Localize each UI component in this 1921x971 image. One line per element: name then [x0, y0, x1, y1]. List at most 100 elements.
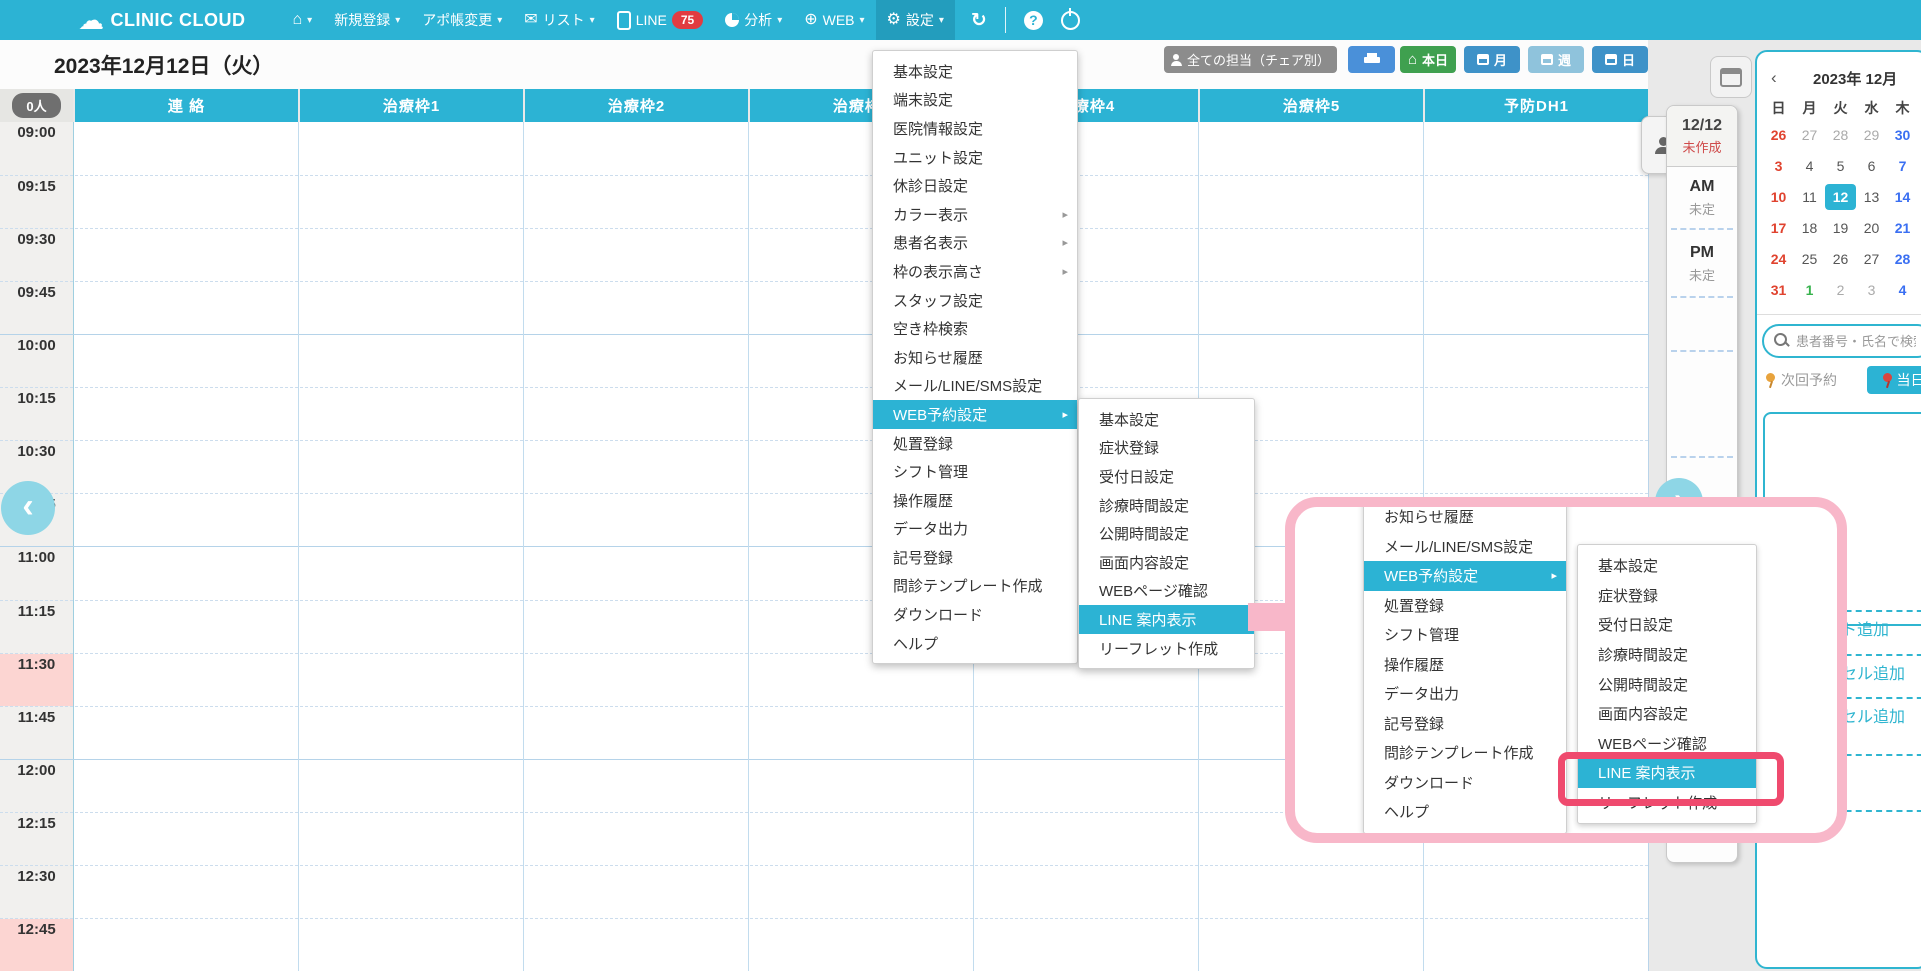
menu-item-画面内容設定[interactable]: 画面内容設定: [1079, 548, 1254, 577]
calendar-day-28[interactable]: 28: [1825, 122, 1856, 148]
slot-row[interactable]: 12:30: [0, 865, 1648, 918]
slot-row[interactable]: 10:30: [0, 440, 1648, 493]
menu-item-受付日設定[interactable]: 受付日設定: [1079, 462, 1254, 491]
calendar-day-21[interactable]: 21: [1887, 215, 1918, 241]
calendar-day-27[interactable]: 27: [1794, 122, 1825, 148]
calendar-day-18[interactable]: 18: [1794, 215, 1825, 241]
menu-item-ヘルプ[interactable]: ヘルプ: [1364, 797, 1566, 827]
mini-calendar-tab[interactable]: [1710, 56, 1752, 98]
print-button[interactable]: [1348, 46, 1395, 73]
menu-item-問診テンプレート作成[interactable]: 問診テンプレート作成: [1364, 738, 1566, 768]
nav-item-新規登録[interactable]: 新規登録▾: [323, 0, 411, 40]
menu-item-ヘルプ[interactable]: ヘルプ: [873, 629, 1077, 658]
nav-item-WEB[interactable]: ⊕WEB▾: [793, 0, 875, 40]
menu-item-シフト管理[interactable]: シフト管理: [873, 457, 1077, 486]
menu-item-画面内容設定[interactable]: 画面内容設定: [1578, 699, 1756, 729]
slot-row[interactable]: 09:00: [0, 122, 1648, 175]
calendar-day-4[interactable]: 4: [1794, 153, 1825, 179]
nav-item-リスト[interactable]: ✉リスト▾: [513, 0, 605, 40]
day-view-button[interactable]: 日: [1592, 46, 1648, 73]
slot-row[interactable]: 12:45: [0, 918, 1648, 971]
menu-item-メール/LINE/SMS設定[interactable]: メール/LINE/SMS設定: [873, 372, 1077, 401]
menu-item-端末設定[interactable]: 端末設定: [873, 86, 1077, 115]
menu-item-枠の表示高さ[interactable]: 枠の表示高さ▸: [873, 257, 1077, 286]
menu-item-処置登録[interactable]: 処置登録: [873, 429, 1077, 458]
menu-item-診療時間設定[interactable]: 診療時間設定: [1578, 640, 1756, 670]
calendar-day-27[interactable]: 27: [1856, 246, 1887, 272]
month-view-button[interactable]: 月: [1464, 46, 1520, 73]
slot-row[interactable]: 09:15: [0, 175, 1648, 228]
calendar-day-2[interactable]: 2: [1825, 277, 1856, 303]
calendar-day-13[interactable]: 13: [1856, 184, 1887, 210]
menu-item-基本設定[interactable]: 基本設定: [873, 57, 1077, 86]
menu-item-メール/LINE/SMS設定[interactable]: メール/LINE/SMS設定: [1364, 532, 1566, 562]
menu-item-シフト管理[interactable]: シフト管理: [1364, 620, 1566, 650]
nav-item-home[interactable]: ⌂▾: [282, 0, 324, 40]
calendar-day-19[interactable]: 19: [1825, 215, 1856, 241]
calendar-day-26[interactable]: 26: [1825, 246, 1856, 272]
menu-item-操作履歴[interactable]: 操作履歴: [873, 486, 1077, 515]
menu-item-ユニット設定[interactable]: ユニット設定: [873, 143, 1077, 172]
menu-item-スタッフ設定[interactable]: スタッフ設定: [873, 286, 1077, 315]
calendar-day-14[interactable]: 14: [1887, 184, 1918, 210]
calendar-day-5[interactable]: 5: [1825, 153, 1856, 179]
calendar-day-31[interactable]: 31: [1763, 277, 1794, 303]
menu-item-症状登録[interactable]: 症状登録: [1079, 434, 1254, 463]
menu-item-操作履歴[interactable]: 操作履歴: [1364, 650, 1566, 680]
calendar-day-10[interactable]: 10: [1763, 184, 1794, 210]
add-slot-button[interactable]: セル追加: [1841, 660, 1905, 684]
calendar-prev-button[interactable]: ‹: [1771, 68, 1777, 88]
menu-item-WEB予約設定[interactable]: WEB予約設定▸: [1364, 561, 1566, 591]
menu-item-受付日設定[interactable]: 受付日設定: [1578, 610, 1756, 640]
today-button[interactable]: ⌂ 本日: [1400, 46, 1456, 73]
menu-item-公開時間設定[interactable]: 公開時間設定: [1079, 519, 1254, 548]
week-view-button[interactable]: 週: [1528, 46, 1584, 73]
nav-item-アポ帳変更[interactable]: アポ帳変更▾: [411, 0, 513, 40]
calendar-day-26[interactable]: 26: [1763, 122, 1794, 148]
menu-item-公開時間設定[interactable]: 公開時間設定: [1578, 669, 1756, 699]
menu-item-WEB予約設定[interactable]: WEB予約設定▸: [873, 400, 1077, 429]
menu-item-データ出力[interactable]: データ出力: [1364, 679, 1566, 709]
calendar-day-3[interactable]: 3: [1856, 277, 1887, 303]
menu-item-データ出力[interactable]: データ出力: [873, 515, 1077, 544]
menu-item-ダウンロード[interactable]: ダウンロード: [1364, 768, 1566, 798]
staff-filter-button[interactable]: 全ての担当（チェア別）: [1164, 46, 1337, 73]
menu-item-お知らせ履歴[interactable]: お知らせ履歴: [873, 343, 1077, 372]
nav-item-LINE[interactable]: LINE75: [606, 0, 714, 40]
calendar-day-20[interactable]: 20: [1856, 215, 1887, 241]
brand-logo[interactable]: ☁ CLINIC CLOUD: [0, 7, 246, 33]
menu-item-症状登録[interactable]: 症状登録: [1578, 581, 1756, 611]
calendar-day-6[interactable]: 6: [1856, 153, 1887, 179]
slot-row[interactable]: 10:00: [0, 334, 1648, 387]
menu-item-WEBページ確認[interactable]: WEBページ確認: [1079, 577, 1254, 606]
calendar-day-29[interactable]: 29: [1856, 122, 1887, 148]
menu-item-ダウンロード[interactable]: ダウンロード: [873, 600, 1077, 629]
menu-item-記号登録[interactable]: 記号登録: [873, 543, 1077, 572]
refresh-icon[interactable]: ↻: [971, 9, 987, 32]
same-day-button[interactable]: 当日: [1867, 366, 1921, 394]
patient-search-input[interactable]: [1794, 333, 1918, 350]
menu-item-問診テンプレート作成[interactable]: 問診テンプレート作成: [873, 572, 1077, 601]
calendar-day-30[interactable]: 30: [1887, 122, 1918, 148]
calendar-day-17[interactable]: 17: [1763, 215, 1794, 241]
help-icon[interactable]: ?: [1024, 11, 1043, 30]
menu-item-空き枠検索[interactable]: 空き枠検索: [873, 314, 1077, 343]
calendar-day-25[interactable]: 25: [1794, 246, 1825, 272]
slot-row[interactable]: 10:15: [0, 387, 1648, 440]
menu-item-医院情報設定[interactable]: 医院情報設定: [873, 114, 1077, 143]
menu-item-LINE 案内表示[interactable]: LINE 案内表示: [1079, 605, 1254, 634]
nav-item-設定[interactable]: ⚙設定▾: [876, 0, 955, 40]
calendar-day-28[interactable]: 28: [1887, 246, 1918, 272]
menu-item-基本設定[interactable]: 基本設定: [1578, 551, 1756, 581]
calendar-day-12[interactable]: 12: [1825, 184, 1856, 210]
menu-item-リーフレット作成[interactable]: リーフレット作成: [1079, 634, 1254, 663]
menu-item-診療時間設定[interactable]: 診療時間設定: [1079, 491, 1254, 520]
menu-item-基本設定[interactable]: 基本設定: [1079, 405, 1254, 434]
menu-item-休診日設定[interactable]: 休診日設定: [873, 171, 1077, 200]
scroll-left-button[interactable]: ‹: [1, 481, 55, 535]
menu-item-処置登録[interactable]: 処置登録: [1364, 591, 1566, 621]
calendar-day-7[interactable]: 7: [1887, 153, 1918, 179]
next-reservation-button[interactable]: 次回予約: [1765, 370, 1837, 390]
slot-row[interactable]: 09:30: [0, 228, 1648, 281]
menu-item-カラー表示[interactable]: カラー表示▸: [873, 200, 1077, 229]
